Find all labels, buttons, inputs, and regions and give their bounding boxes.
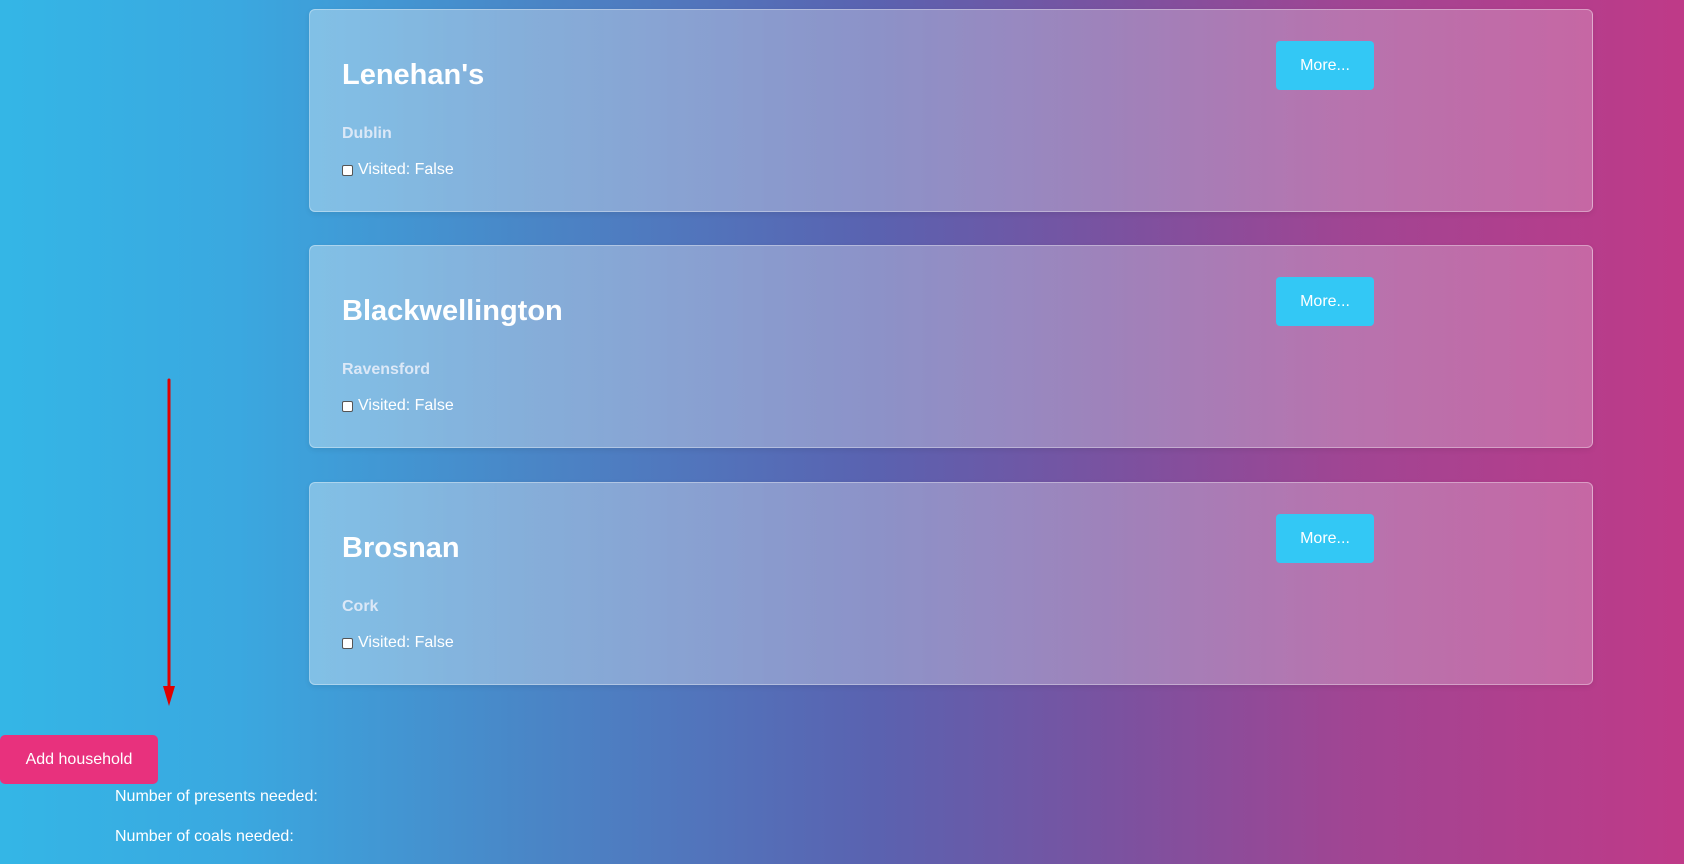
scroll-down-arrow-icon [163, 378, 175, 706]
presents-needed-label: Number of presents needed: [115, 788, 318, 805]
more-button[interactable]: More... [1276, 41, 1374, 90]
household-city: Dublin [342, 125, 392, 142]
more-button[interactable]: More... [1276, 277, 1374, 326]
visited-toggle[interactable]: Visited: False [342, 634, 454, 652]
visited-toggle[interactable]: Visited: False [342, 161, 454, 179]
visited-checkbox[interactable] [342, 400, 353, 412]
visited-label: Visited: False [358, 397, 454, 414]
visited-checkbox[interactable] [342, 164, 353, 176]
household-name: Blackwellington [342, 295, 563, 327]
household-card: Brosnan Cork Visited: False More... [309, 482, 1593, 685]
household-card: Blackwellington Ravensford Visited: Fals… [309, 245, 1593, 448]
visited-toggle[interactable]: Visited: False [342, 397, 454, 415]
visited-checkbox[interactable] [342, 637, 353, 649]
household-card: Lenehan's Dublin Visited: False More... [309, 9, 1593, 212]
household-name: Brosnan [342, 532, 460, 564]
household-name: Lenehan's [342, 59, 485, 91]
coals-needed-label: Number of coals needed: [115, 828, 294, 845]
household-city: Cork [342, 598, 379, 615]
household-city: Ravensford [342, 361, 431, 378]
more-button[interactable]: More... [1276, 514, 1374, 563]
visited-label: Visited: False [358, 634, 454, 651]
visited-label: Visited: False [358, 161, 454, 178]
add-household-button[interactable]: Add household [0, 735, 158, 784]
